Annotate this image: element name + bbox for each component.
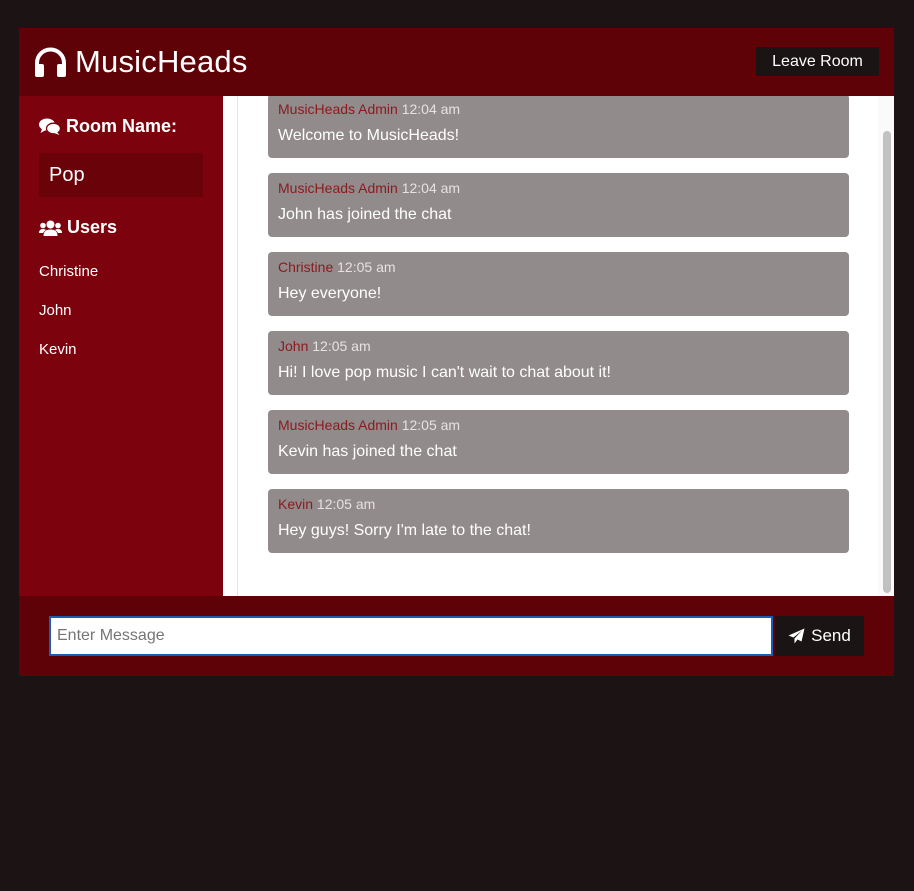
message-time: 12:05 am (316, 496, 376, 512)
message-meta: MusicHeads Admin 12:05 am (278, 417, 839, 433)
message-time: 12:04 am (401, 101, 461, 117)
users-heading: Users (39, 217, 117, 238)
message-sender: MusicHeads Admin (278, 180, 398, 196)
paper-plane-icon (788, 628, 805, 644)
message: Kevin 12:05 am Hey guys! Sorry I'm late … (268, 489, 849, 553)
headphones-icon (35, 47, 66, 77)
message-time: 12:05 am (312, 338, 371, 354)
message-time: 12:05 am (337, 259, 396, 275)
user-list: Christine John Kevin (39, 262, 98, 379)
message: John 12:05 am Hi! I love pop music I can… (268, 331, 849, 395)
room-name-value: Pop (39, 153, 203, 197)
user-item: Christine (39, 263, 99, 280)
send-label: Send (811, 626, 851, 645)
message-meta: Kevin 12:05 am (278, 496, 839, 512)
message: Christine 12:05 am Hey everyone! (268, 252, 849, 316)
message-time: 12:04 am (401, 180, 461, 196)
room-name-label: Room Name: (66, 116, 178, 136)
chat-header: MusicHeads Leave Room (19, 28, 894, 96)
message-meta: MusicHeads Admin 12:04 am (278, 180, 839, 196)
comments-icon (39, 118, 61, 135)
users-label: Users (67, 217, 118, 237)
users-icon (39, 220, 62, 236)
scrollbar[interactable] (878, 96, 894, 596)
user-item: John (39, 302, 72, 319)
chat-form: Send (19, 596, 894, 676)
scrollbar-thumb[interactable] (883, 131, 891, 593)
message-input[interactable] (49, 616, 773, 656)
message-sender: Kevin (278, 496, 314, 512)
message: MusicHeads Admin 12:05 am Kevin has join… (268, 410, 849, 474)
message-sender: Christine (278, 259, 334, 275)
chat-container: MusicHeads Leave Room Room Name: Pop Use… (19, 28, 894, 676)
chat-messages[interactable]: MusicHeads Admin 12:04 am Welcome to Mus… (223, 96, 894, 596)
app-logo: MusicHeads (34, 44, 248, 80)
app-name: MusicHeads (75, 44, 248, 79)
message: MusicHeads Admin 12:04 am Welcome to Mus… (268, 96, 849, 158)
user-item: Kevin (39, 341, 77, 358)
message-sender: MusicHeads Admin (278, 417, 398, 433)
message-meta: Christine 12:05 am (278, 259, 839, 275)
messages-list: MusicHeads Admin 12:04 am Welcome to Mus… (237, 96, 878, 596)
message-meta: MusicHeads Admin 12:04 am (278, 101, 839, 117)
message-sender: John (278, 338, 309, 354)
message-text: Hey everyone! (278, 285, 382, 302)
message-text: Kevin has joined the chat (278, 443, 457, 460)
message-time: 12:05 am (401, 417, 461, 433)
message-text: Hi! I love pop music I can't wait to cha… (278, 364, 611, 381)
message-sender: MusicHeads Admin (278, 101, 398, 117)
message: MusicHeads Admin 12:04 am John has joine… (268, 173, 849, 237)
message-text: Welcome to MusicHeads! (278, 127, 460, 144)
sidebar: Room Name: Pop Users Christine John Kevi… (19, 96, 223, 596)
leave-room-button[interactable]: Leave Room (756, 47, 879, 76)
room-name-heading: Room Name: (39, 116, 177, 137)
message-text: John has joined the chat (278, 206, 452, 223)
message-text: Hey guys! Sorry I'm late to the chat! (278, 522, 531, 539)
message-meta: John 12:05 am (278, 338, 839, 354)
send-button[interactable]: Send (775, 616, 864, 656)
